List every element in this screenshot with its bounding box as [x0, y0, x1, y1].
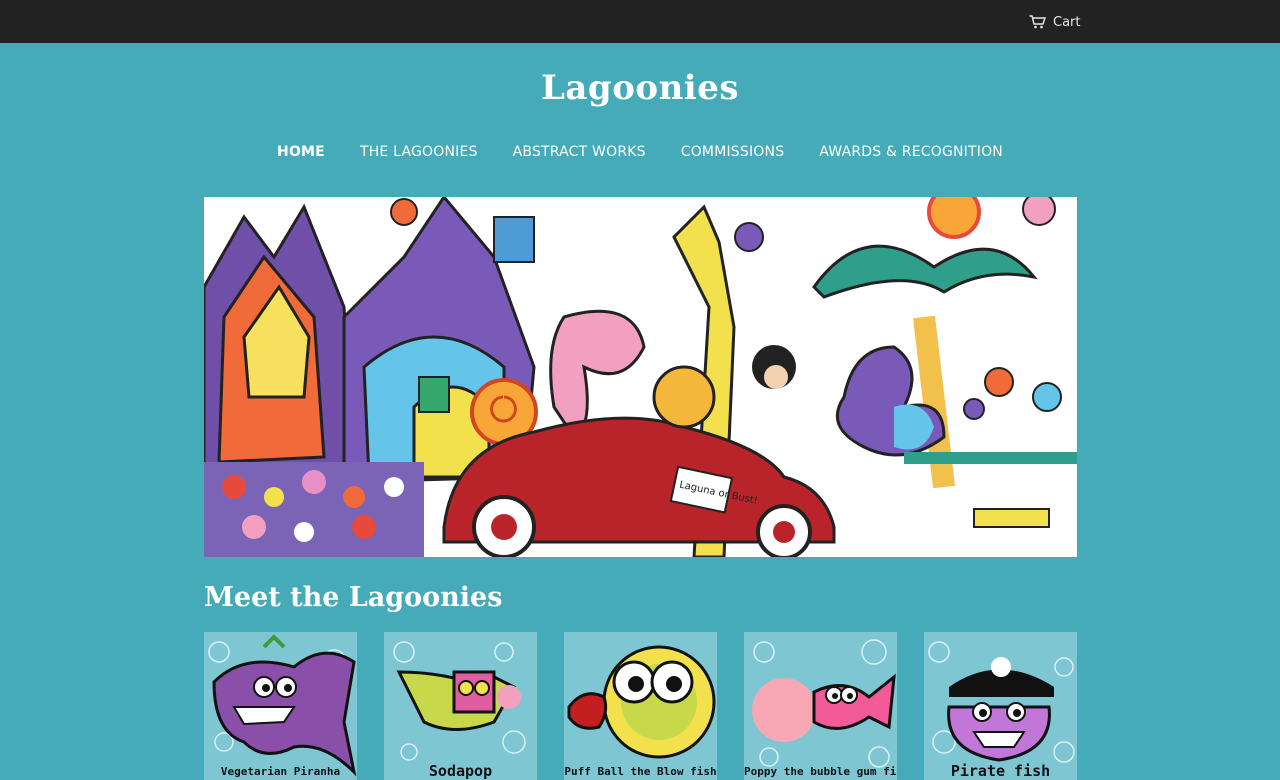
product-image [564, 632, 717, 780]
product-caption: Poppy the bubble gum fish [744, 765, 897, 778]
nav-abstract-works[interactable]: ABSTRACT WORKS [513, 144, 646, 160]
cart-label: Cart [1053, 14, 1081, 30]
product-card[interactable]: Pirate fish [924, 632, 1077, 780]
section-title: Meet the Lagoonies [204, 582, 503, 613]
nav-awards-recognition[interactable]: AWARDS & RECOGNITION [819, 144, 1003, 160]
product-card[interactable]: Puff Ball the Blow fish [564, 632, 717, 780]
product-image [924, 632, 1077, 780]
shopping-cart-icon [1029, 15, 1046, 29]
product-card[interactable]: Sodapop [384, 632, 537, 780]
site-title[interactable]: Lagoonies [0, 68, 1280, 108]
nav-the-lagoonies[interactable]: THE LAGOONIES [360, 144, 478, 160]
product-caption: Pirate fish [950, 762, 1051, 780]
top-bar: Cart [0, 0, 1280, 43]
product-card[interactable]: Vegetarian Piranha [204, 632, 357, 780]
product-image [204, 632, 357, 780]
nav-commissions[interactable]: COMMISSIONS [681, 144, 785, 160]
product-caption: Vegetarian Piranha [220, 765, 341, 778]
product-caption: Sodapop [428, 762, 493, 780]
product-grid: Vegetarian Piranha Sodapop Puff Ball the… [204, 632, 1077, 780]
product-image [744, 632, 897, 780]
main-nav: HOME THE LAGOONIES ABSTRACT WORKS COMMIS… [0, 144, 1280, 160]
cart-link[interactable]: Cart [1029, 13, 1081, 31]
nav-home[interactable]: HOME [277, 144, 325, 160]
hero-banner-image: Laguna or Bust! [204, 197, 1077, 557]
product-card[interactable]: Poppy the bubble gum fish [744, 632, 897, 780]
product-caption: Puff Ball the Blow fish [564, 765, 717, 778]
product-image [384, 632, 537, 780]
